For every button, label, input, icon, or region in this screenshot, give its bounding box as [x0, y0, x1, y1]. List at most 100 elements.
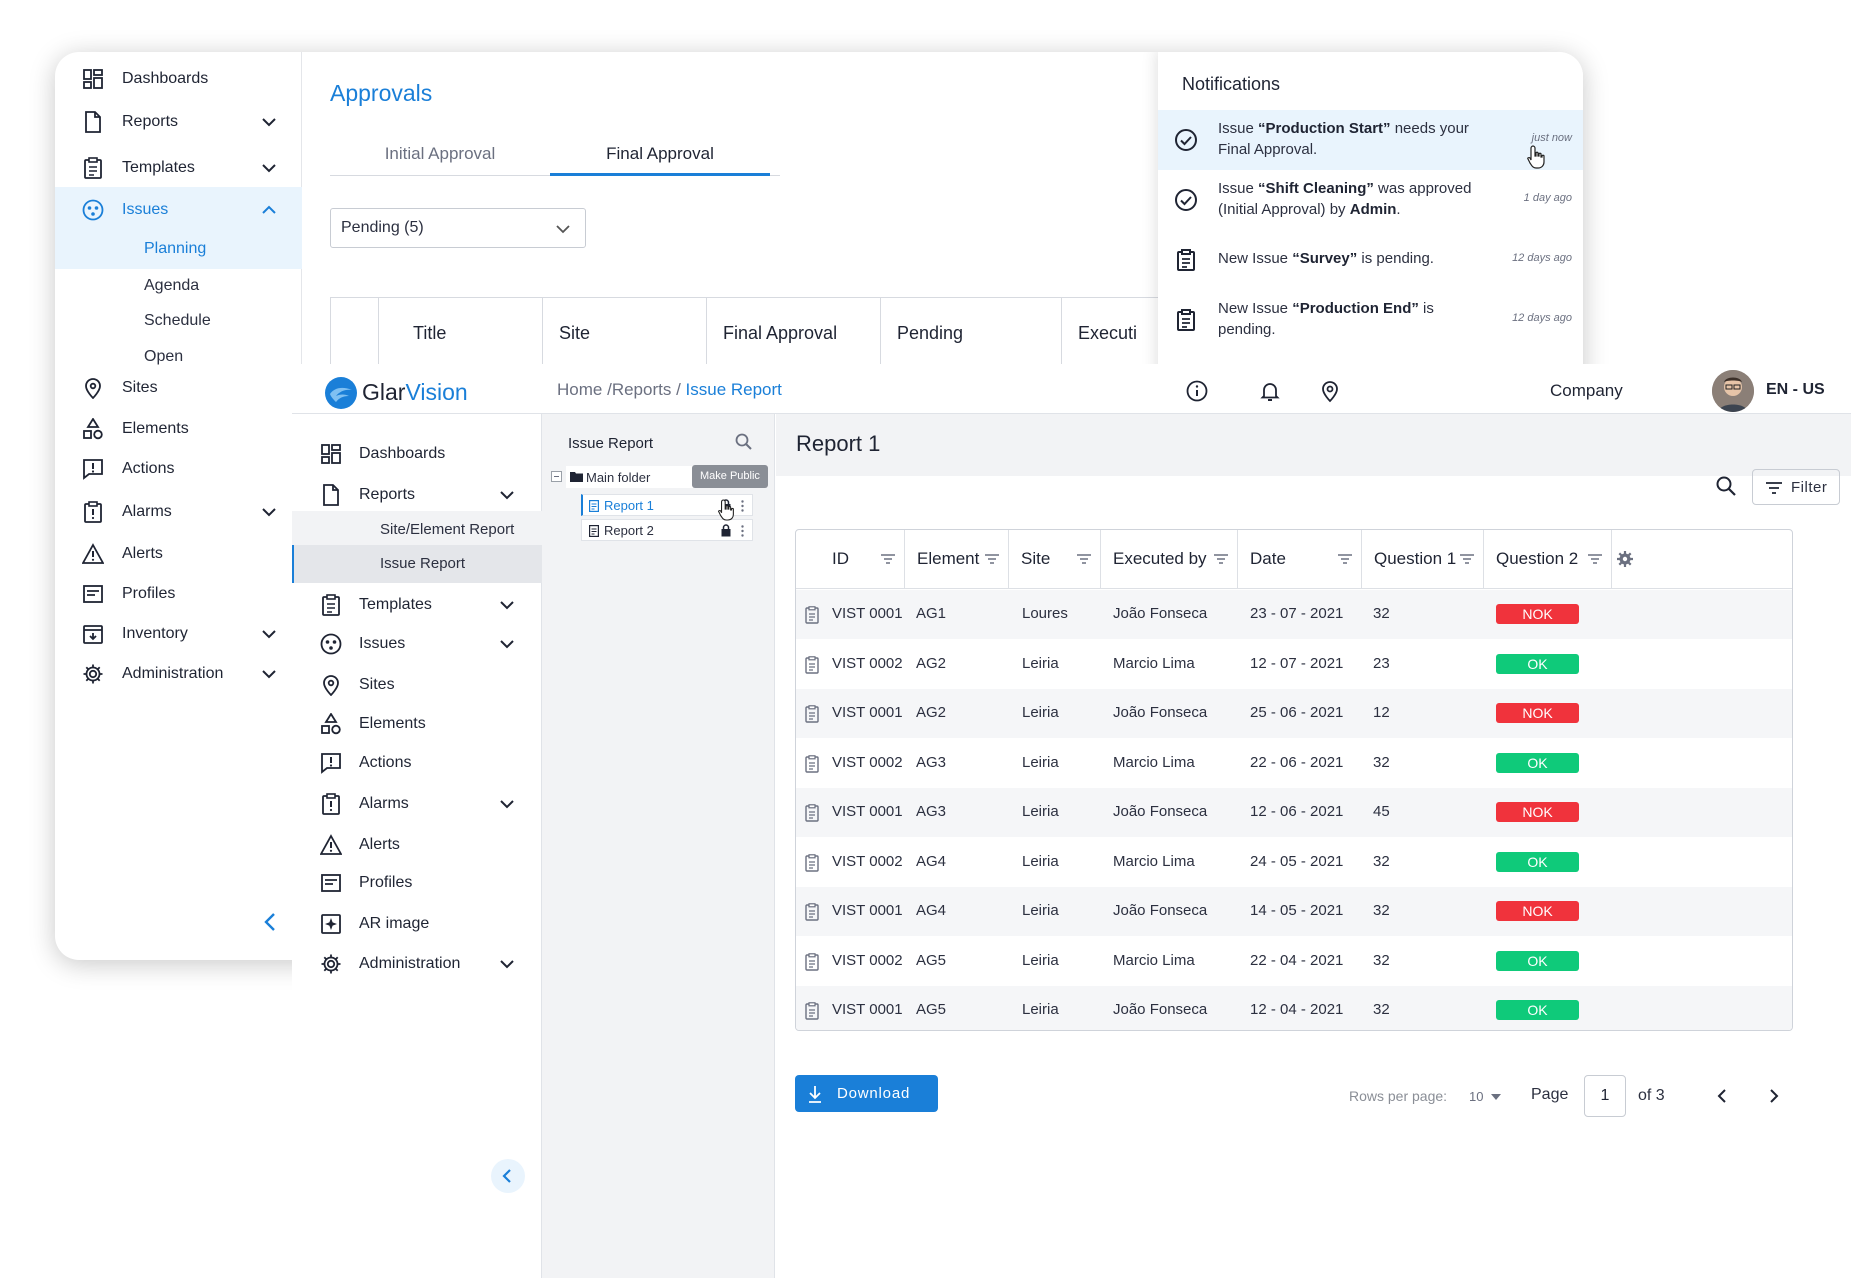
sidebar-item-alarms[interactable]: Alarms — [292, 782, 542, 826]
breadcrumb-reports[interactable]: Reports — [612, 380, 672, 399]
sidebar-item-alarms[interactable]: Alarms — [55, 489, 302, 535]
chevron-up-icon — [262, 205, 276, 214]
column-header-date[interactable]: Date — [1237, 530, 1361, 589]
avatar[interactable] — [1712, 370, 1754, 412]
report-row-icon[interactable] — [804, 952, 820, 971]
tab-initial-approval[interactable]: Initial Approval — [330, 132, 550, 176]
alarm-clipboard-icon — [322, 793, 340, 815]
sidebar-item-administration[interactable]: Administration — [55, 651, 302, 697]
language-selector[interactable]: EN - US — [1766, 381, 1825, 399]
column-header-question-2[interactable]: Question 2 — [1483, 530, 1611, 589]
sidebar-item-actions[interactable]: Actions — [55, 446, 302, 492]
status-select[interactable]: Pending (5) — [330, 208, 586, 248]
sidebar-item-templates[interactable]: Templates — [55, 145, 302, 191]
sidebar-item-dashboards[interactable]: Dashboards — [292, 432, 542, 476]
lock-icon[interactable] — [721, 524, 731, 537]
column-header-executed-by[interactable]: Executed by — [1100, 530, 1237, 589]
report-row-icon[interactable] — [804, 903, 820, 921]
chevron-left-icon[interactable] — [260, 910, 282, 934]
gear-icon[interactable] — [1616, 550, 1634, 568]
table-row[interactable]: VIST 0002 AG4 Leiria Marcio Lima 24 - 05 - 2… — [796, 838, 1792, 887]
report-row-icon[interactable] — [804, 754, 820, 773]
notification-item[interactable]: Issue “Shift Cleaning” was approved (Ini… — [1158, 170, 1583, 230]
sidebar-item-administration[interactable]: Administration — [292, 942, 542, 986]
collapse-sidebar-button[interactable] — [491, 1159, 525, 1193]
company-selector[interactable]: Company — [1550, 381, 1623, 401]
location-pin-icon[interactable] — [1318, 379, 1342, 403]
sidebar-item-profiles[interactable]: Profiles — [292, 861, 542, 905]
search-icon[interactable] — [734, 432, 754, 452]
tree-item-report-2[interactable]: Report 2 — [581, 519, 753, 541]
report-row-icon[interactable] — [804, 804, 820, 822]
table-row[interactable]: VIST 0001 AG3 Leiria João Fonseca 12 - 06 - … — [796, 788, 1792, 837]
rows-per-page-select[interactable]: 10 — [1469, 1089, 1483, 1104]
sidebar-item-elements[interactable]: Elements — [292, 702, 542, 746]
sidebar-subitem-open[interactable]: Open — [55, 337, 302, 377]
chevron-right-icon[interactable] — [1764, 1087, 1782, 1105]
page-number-input[interactable]: 1 — [1584, 1075, 1626, 1117]
sidebar-item-templates[interactable]: Templates — [292, 583, 542, 627]
chevron-left-icon[interactable] — [1714, 1087, 1732, 1105]
cell-id: VIST 0002 — [832, 654, 903, 672]
report-row-icon[interactable] — [804, 705, 820, 723]
info-icon[interactable] — [1185, 379, 1209, 403]
gear-icon — [83, 664, 103, 684]
notification-item[interactable]: New Issue “Production End” is pending. 1… — [1158, 290, 1583, 350]
column-header-question-1[interactable]: Question 1 — [1361, 530, 1483, 589]
filter-button[interactable]: Filter — [1752, 469, 1840, 505]
report-row-icon[interactable] — [804, 1002, 820, 1020]
collapse-folder-icon[interactable] — [551, 471, 562, 482]
sidebar-subitem-planning[interactable]: Planning — [55, 229, 302, 269]
table-row[interactable]: VIST 0002 AG3 Leiria Marcio Lima 22 - 06 - 2… — [796, 739, 1792, 788]
table-row[interactable]: VIST 0001 AG1 Loures João Fonseca 23 - 07 - … — [796, 590, 1792, 639]
sidebar-item-issues[interactable]: Issues — [55, 187, 302, 233]
sidebar-item-label: Inventory — [122, 625, 188, 642]
search-icon[interactable] — [1714, 474, 1738, 498]
more-options-icon[interactable] — [741, 525, 744, 537]
table-row[interactable]: VIST 0002 AG5 Leiria Marcio Lima 22 - 04 - 2… — [796, 937, 1792, 986]
hand-cursor-icon — [1527, 145, 1545, 169]
table-row[interactable]: VIST 0001 AG4 Leiria João Fonseca 14 - 05 - … — [796, 887, 1792, 936]
bell-icon[interactable] — [1258, 379, 1282, 403]
download-button[interactable]: Download — [795, 1075, 938, 1112]
exclamation-chat-icon — [83, 459, 103, 480]
sidebar-subitem-site-element-report[interactable]: Site/Element Report — [292, 511, 542, 549]
breadcrumb-home[interactable]: Home — [557, 380, 602, 399]
tree-folder-main[interactable]: Main folder — [566, 466, 696, 488]
sidebar-item-reports[interactable]: Reports — [55, 99, 302, 145]
report-file-icon — [589, 525, 599, 537]
notification-item[interactable]: New Issue “Survey” is pending. 12 days a… — [1158, 230, 1583, 290]
column-header-element[interactable]: Element — [904, 530, 1008, 589]
tab-final-approval[interactable]: Final Approval — [550, 132, 770, 176]
report-row-icon[interactable] — [804, 606, 820, 624]
cell-executed-by: João Fonseca — [1113, 902, 1208, 919]
sidebar-item-dashboards[interactable]: Dashboards — [55, 56, 302, 102]
table-row[interactable]: VIST 0002 AG2 Leiria Marcio Lima 12 - 07 - 2… — [796, 640, 1792, 689]
column-header-site[interactable]: Site — [1008, 530, 1100, 589]
table-row[interactable]: VIST 0001 AG5 Leiria João Fonseca 12 - 04 - … — [796, 986, 1792, 1030]
sidebar-subitem-schedule[interactable]: Schedule — [55, 301, 302, 341]
sidebar-item-sites[interactable]: Sites — [292, 663, 542, 707]
cell-date: 24 - 05 - 2021 — [1250, 852, 1344, 870]
more-options-icon[interactable] — [741, 500, 744, 512]
report-row-icon[interactable] — [804, 853, 820, 872]
sidebar-item-label: Templates — [122, 159, 195, 176]
notification-item[interactable]: Issue “Production Start” needs your Fina… — [1158, 110, 1583, 170]
sidebar-item-issues[interactable]: Issues — [292, 622, 542, 666]
column-header-final-approval: Final Approval — [706, 298, 880, 368]
table-row[interactable]: VIST 0001 AG2 Leiria João Fonseca 25 - 06 - … — [796, 689, 1792, 738]
sidebar-subitem-issue-report[interactable]: Issue Report — [292, 545, 542, 583]
cell-site: Leiria — [1022, 852, 1059, 870]
sidebar-subitem-agenda[interactable]: Agenda — [55, 266, 302, 306]
filter-icon — [1588, 554, 1602, 564]
cell-date: 22 - 04 - 2021 — [1250, 951, 1344, 969]
report-tree-panel: Issue Report Main folder Make Public Rep… — [542, 414, 775, 1278]
sidebar-item-ar-image[interactable]: AR image — [292, 902, 542, 946]
column-header-id[interactable]: ID — [820, 530, 904, 589]
back-sidebar: Dashboards Reports Templates Issues Sites Ele… — [55, 52, 302, 960]
chevron-down-icon — [262, 508, 276, 517]
caret-down-icon[interactable] — [1491, 1094, 1501, 1100]
sidebar-item-actions[interactable]: Actions — [292, 741, 542, 785]
cell-site: Leiria — [1022, 704, 1059, 721]
report-row-icon[interactable] — [804, 655, 820, 674]
